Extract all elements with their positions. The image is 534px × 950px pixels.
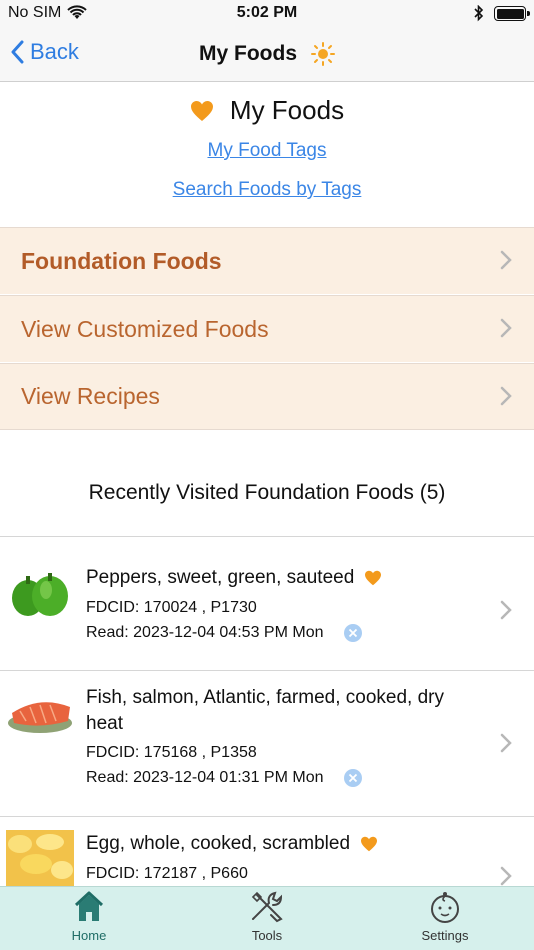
recent-section-title: Recently Visited Foundation Foods (5) (88, 481, 446, 504)
food-name-text: Fish, salmon, Atlantic, farmed, cooked, … (86, 687, 444, 734)
heart-icon (361, 836, 378, 852)
food-name: Egg, whole, cooked, scrambled (86, 831, 466, 857)
battery-icon (494, 6, 530, 21)
page-heading: My Foods (0, 95, 534, 126)
tab-label: Tools (251, 928, 283, 943)
menu-item-foundation-foods[interactable]: Foundation Foods (0, 227, 534, 294)
menu-item-view-recipes[interactable]: View Recipes (0, 363, 534, 430)
my-foods-header: My Foods My Food Tags Search Foods by Ta… (0, 83, 534, 227)
tab-tools[interactable]: Tools (217, 891, 317, 943)
chevron-right-icon (500, 866, 512, 886)
recent-food-row[interactable]: Peppers, sweet, green, sauteed FDCID: 17… (0, 537, 534, 670)
food-fdcid: FDCID: 172187 , P660 (86, 865, 248, 882)
chevron-right-icon (500, 600, 512, 620)
recent-food-row[interactable]: Fish, salmon, Atlantic, farmed, cooked, … (0, 671, 534, 816)
search-foods-by-tags-link[interactable]: Search Foods by Tags (0, 179, 534, 201)
heart-icon (365, 570, 382, 586)
food-read-text: Read: 2023-12-04 04:53 PM Mon (86, 624, 324, 642)
salmon-fillet-image (6, 689, 74, 739)
chevron-right-icon (500, 386, 512, 406)
clear-icon[interactable] (343, 769, 362, 787)
food-read-text: Read: 2023-12-04 01:31 PM Mon (86, 769, 324, 787)
food-name-text: Peppers, sweet, green, sauteed (86, 567, 355, 588)
green-peppers-image (12, 573, 68, 616)
menu-item-label: View Recipes (21, 383, 160, 409)
recent-food-row[interactable]: Egg, whole, cooked, scrambled FDCID: 172… (0, 817, 534, 886)
menu-item-label: View Customized Foods (21, 315, 269, 342)
tab-bar: Home Tools Settings (0, 886, 534, 950)
nav-title-group: My Foods (0, 42, 534, 66)
food-fdcid: FDCID: 175168 , P1358 (86, 744, 257, 761)
chevron-right-icon (500, 250, 512, 270)
food-name: Peppers, sweet, green, sauteed (86, 565, 466, 591)
page-title: My Foods (229, 95, 345, 125)
menu-item-view-customized-foods[interactable]: View Customized Foods (0, 295, 534, 362)
navigation-bar: Back My Foods (0, 28, 534, 82)
scrambled-eggs-image (6, 830, 74, 886)
food-read-time: Read: 2023-12-04 01:31 PM Mon (86, 769, 362, 787)
food-name-text: Egg, whole, cooked, scrambled (86, 833, 351, 854)
menu-item-label: Foundation Foods (21, 247, 222, 274)
nav-title: My Foods (199, 42, 297, 65)
status-time: 5:02 PM (236, 4, 298, 21)
baby-face-icon (431, 892, 459, 923)
chevron-right-icon (500, 318, 512, 338)
my-food-tags-link[interactable]: My Food Tags (0, 140, 534, 162)
tools-icon (251, 891, 283, 923)
tab-home[interactable]: Home (39, 891, 139, 943)
heart-icon (190, 100, 213, 121)
food-fdcid: FDCID: 170024 , P1730 (86, 599, 257, 616)
food-read-time: Read: 2023-12-04 04:53 PM Mon (86, 624, 362, 642)
sun-icon[interactable] (311, 42, 335, 66)
clear-icon[interactable] (343, 624, 362, 642)
status-right (474, 5, 530, 22)
tab-label: Home (71, 928, 107, 943)
house-icon (74, 891, 104, 921)
chevron-right-icon (500, 733, 512, 753)
tab-settings[interactable]: Settings (395, 891, 495, 943)
food-name: Fish, salmon, Atlantic, farmed, cooked, … (86, 685, 466, 737)
bluetooth-icon (474, 5, 484, 22)
status-bar: No SIM 5:02 PM (0, 0, 534, 28)
tab-label: Settings (421, 928, 469, 943)
